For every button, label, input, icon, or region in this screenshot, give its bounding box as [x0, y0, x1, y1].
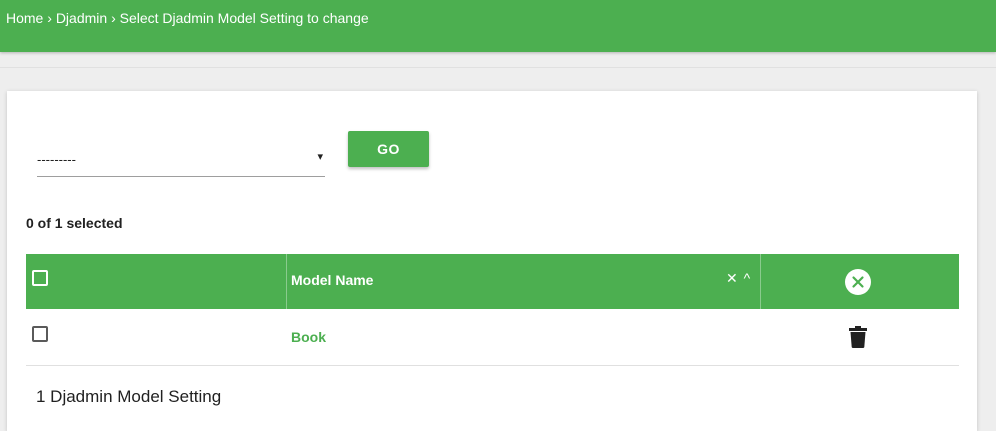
table-row: Book: [26, 309, 959, 366]
selection-counter: 0 of 1 selected: [26, 215, 123, 231]
breadcrumb-separator: ›: [47, 10, 52, 26]
trash-icon[interactable]: [849, 326, 867, 348]
app-header: Home › Djadmin › Select Djadmin Model Se…: [0, 0, 996, 52]
sort-controls: ✕ ^: [726, 270, 750, 287]
select-all-checkbox[interactable]: [32, 270, 48, 286]
breadcrumb-home-link[interactable]: Home: [6, 10, 43, 26]
go-button[interactable]: GO: [348, 131, 429, 167]
row-model-name-link[interactable]: Book: [291, 329, 326, 345]
remove-sort-icon[interactable]: ✕: [726, 270, 738, 286]
breadcrumb-current: Select Djadmin Model Setting to change: [119, 10, 369, 26]
action-select-value: ---------: [37, 152, 76, 167]
column-header-model-name[interactable]: Model Name: [291, 272, 373, 288]
divider: [0, 67, 996, 68]
action-select[interactable]: --------- ▾: [37, 138, 325, 177]
breadcrumb-app-link[interactable]: Djadmin: [56, 10, 107, 26]
changelist-card: --------- ▾ GO 0 of 1 selected Model Nam…: [7, 91, 977, 431]
breadcrumb: Home › Djadmin › Select Djadmin Model Se…: [6, 10, 369, 26]
column-divider: [760, 254, 761, 309]
column-divider: [286, 254, 287, 309]
toggle-sort-icon[interactable]: ^: [744, 270, 751, 286]
breadcrumb-separator: ›: [111, 10, 116, 26]
result-count: 1 Djadmin Model Setting: [36, 387, 222, 406]
table-header: Model Name ✕ ^: [26, 254, 959, 309]
caret-down-icon: ▾: [317, 151, 323, 163]
close-circle-icon[interactable]: [845, 269, 871, 295]
row-checkbox[interactable]: [32, 326, 48, 342]
